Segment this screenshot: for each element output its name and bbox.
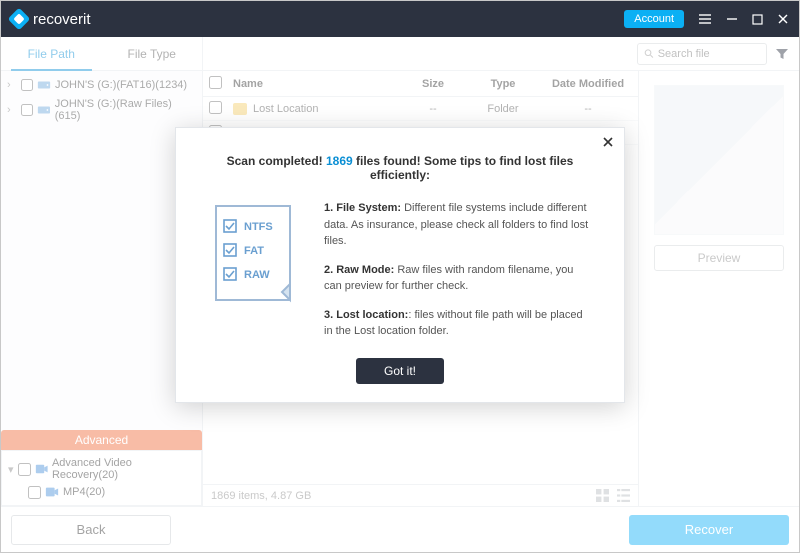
svg-text:NTFS: NTFS [244,221,273,233]
files-found-count: 1869 [326,154,353,168]
brand-text: recoverit [33,11,91,28]
maximize-icon[interactable] [752,14,763,25]
tip-item: 1. File System: Different file systems i… [324,200,590,250]
tip-item: 2. Raw Mode: Raw files with random filen… [324,262,590,295]
filesystem-doc-icon: NTFS FAT RAW [210,200,300,340]
brand: recoverit [11,11,91,28]
scan-complete-modal: Scan completed! 1869 files found! Some t… [175,127,625,403]
svg-text:RAW: RAW [244,269,270,281]
tips-list: 1. File System: Different file systems i… [324,200,590,340]
minimize-icon[interactable] [726,13,738,25]
svg-text:FAT: FAT [244,245,264,257]
menu-icon[interactable] [698,12,712,26]
account-button[interactable]: Account [624,10,684,28]
titlebar: recoverit Account [1,1,799,37]
modal-heading: Scan completed! 1869 files found! Some t… [176,128,624,194]
brand-logo-icon [8,8,31,31]
got-it-button[interactable]: Got it! [356,358,444,384]
modal-close-icon[interactable] [602,136,614,148]
modal-overlay: Scan completed! 1869 files found! Some t… [1,37,799,552]
close-icon[interactable] [777,13,789,25]
tip-item: 3. Lost location:: files without file pa… [324,307,590,340]
